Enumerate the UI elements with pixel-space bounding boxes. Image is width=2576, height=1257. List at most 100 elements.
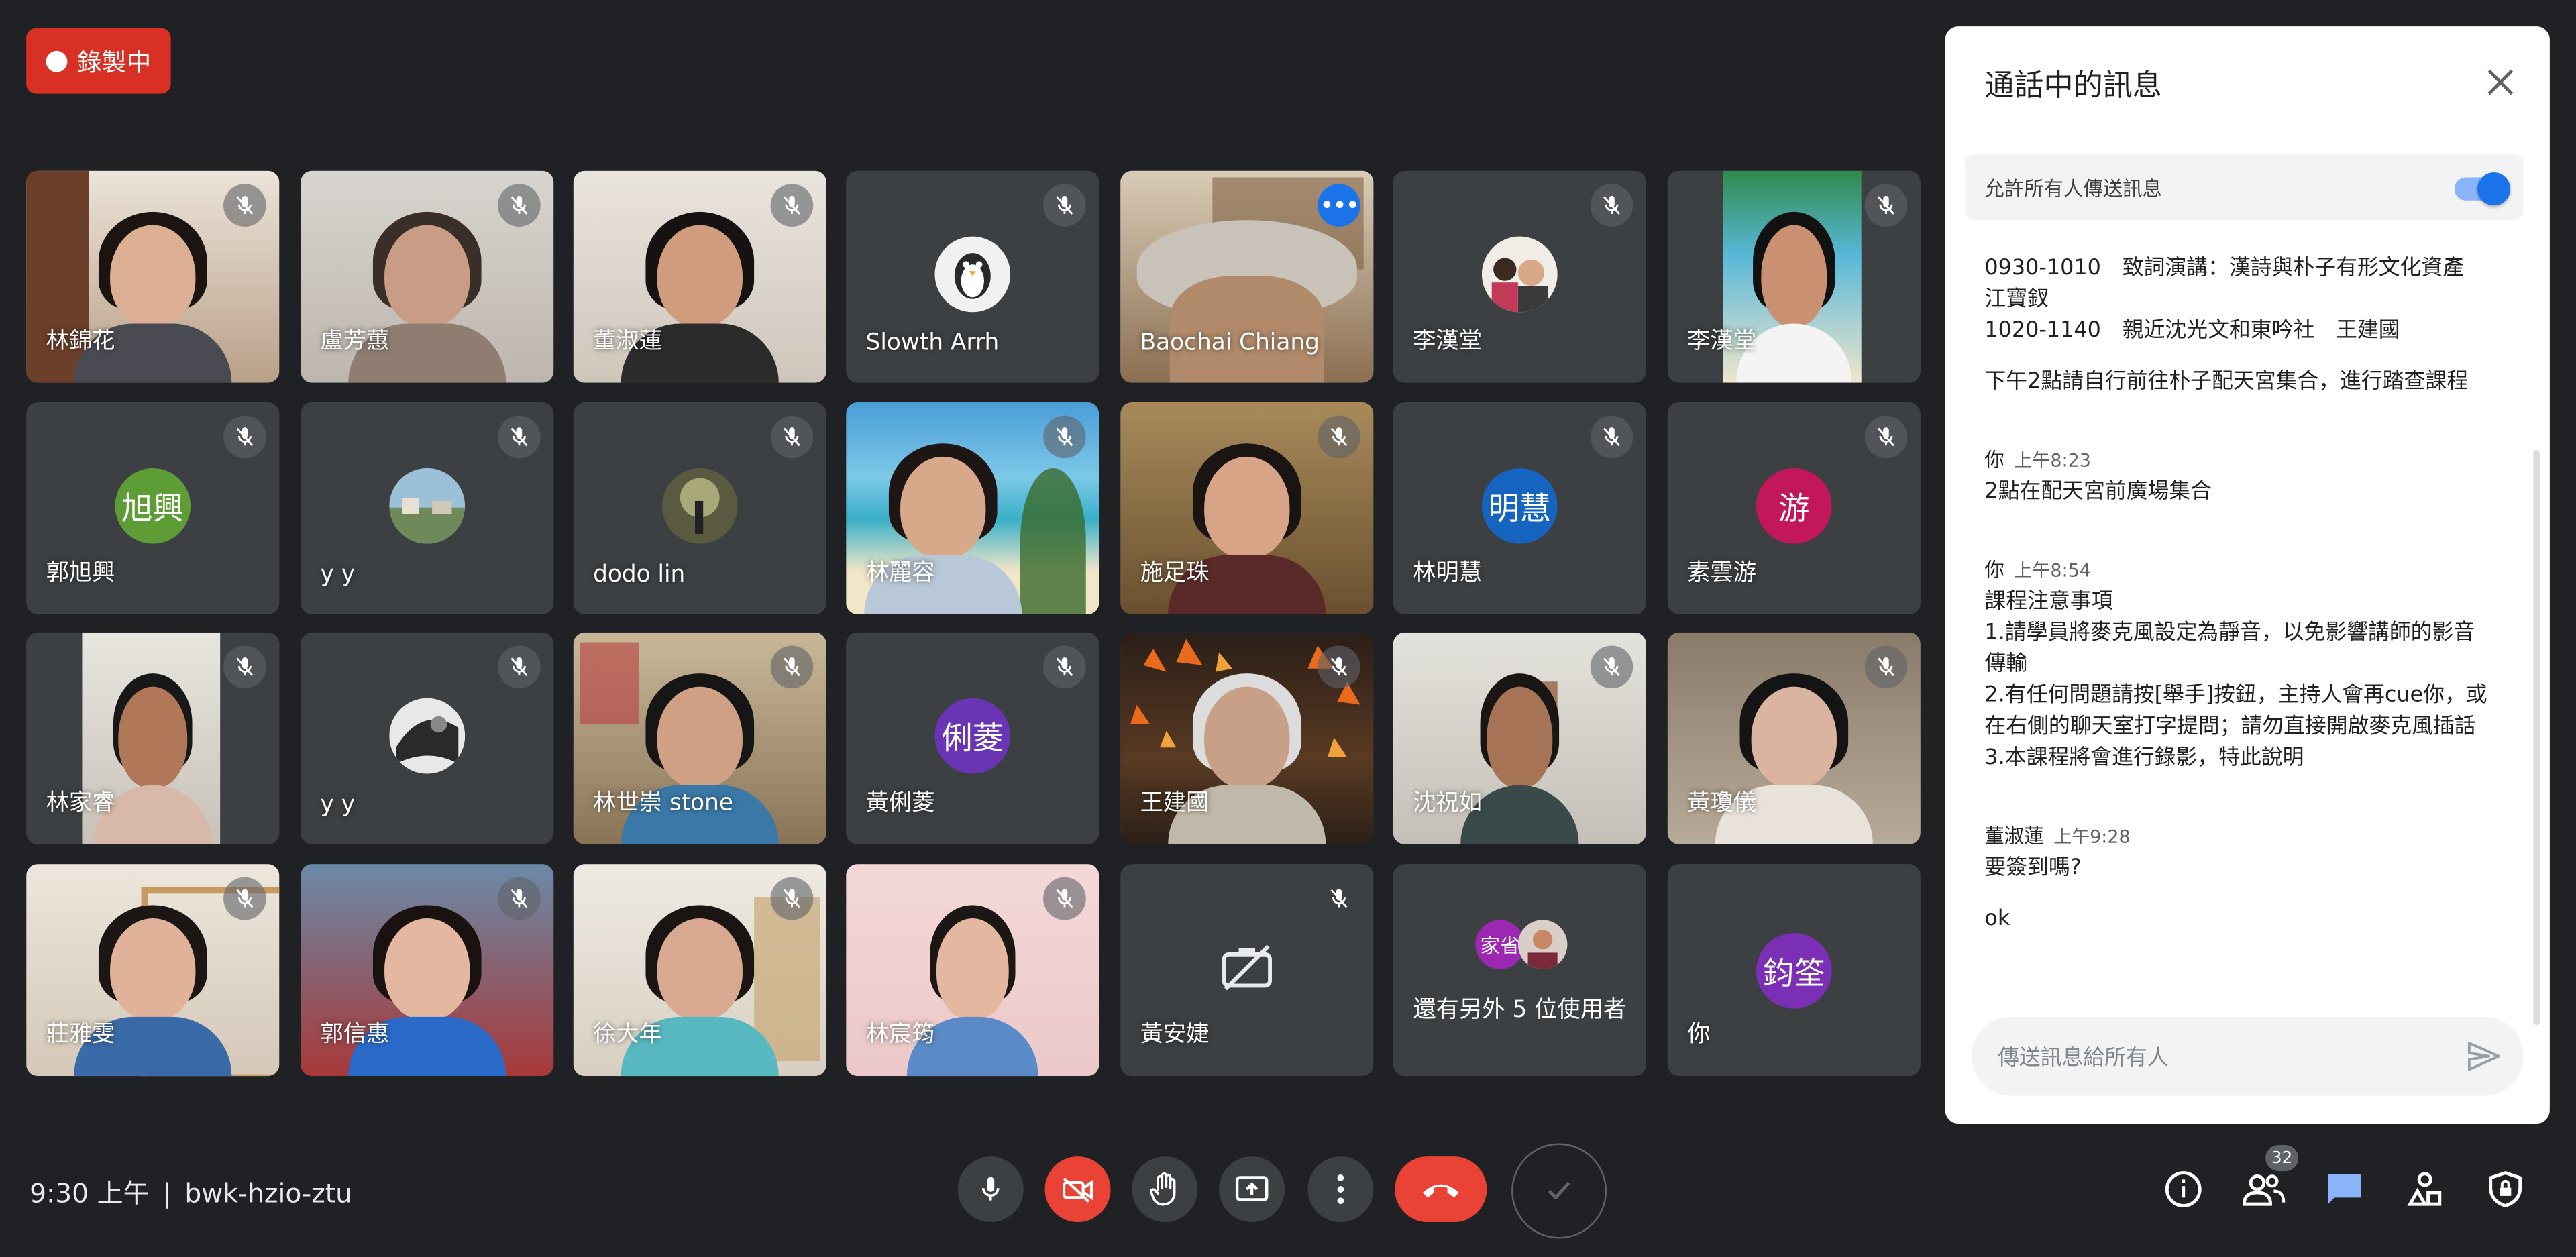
more-participants-tile[interactable]: 家省 還有另外 5 位使用者 <box>1393 864 1646 1077</box>
participant-tile[interactable]: 旭興 郭旭興 <box>26 402 280 614</box>
camera-off-icon <box>1219 943 1275 999</box>
message-header: 你上午8:23 <box>1984 445 2510 477</box>
message-header: 董淑蓮 上午9:28 <box>1984 822 2510 853</box>
allow-messages-toggle[interactable] <box>2451 172 2511 206</box>
participant-name: 李漢堂 <box>1687 328 1756 355</box>
message-text: 要簽到嗎? <box>1984 855 2082 881</box>
message-text: 3.本課程將會進行錄影，特此說明 <box>1984 745 2304 771</box>
chat-button[interactable] <box>2321 1166 2367 1213</box>
close-icon[interactable] <box>2474 56 2526 108</box>
participants-count-badge: 32 <box>2265 1144 2299 1172</box>
participant-tile[interactable]: Slowth Arrh <box>846 170 1099 383</box>
camera-button[interactable] <box>1044 1156 1111 1223</box>
message-text: 2點在配天宮前廣場集合 <box>1984 480 2212 504</box>
mic-off-icon <box>498 645 541 689</box>
participant-tile[interactable]: 莊雅雯 <box>26 864 280 1077</box>
participant-name: 林世崇 stone <box>593 789 733 817</box>
mic-off-icon <box>1043 184 1086 227</box>
meeting-details-button[interactable] <box>2160 1166 2206 1213</box>
participant-tile[interactable]: 徐大年 <box>573 864 826 1077</box>
penguin-avatar <box>934 236 1011 313</box>
chat-scrollbar[interactable] <box>2533 450 2540 1026</box>
chat-message: 你上午8:23 2點在配天宮前廣場集合 <box>1984 445 2510 508</box>
mic-off-icon <box>498 184 541 227</box>
participants-button[interactable] <box>2241 1166 2287 1213</box>
mic-off-icon <box>1590 184 1633 227</box>
participant-name: 盧芳蕙 <box>320 328 390 355</box>
current-time: 9:30 上午 <box>30 1177 150 1209</box>
participant-tile[interactable]: 李漢堂 <box>1667 170 1921 383</box>
participant-tile[interactable]: 俐菱 黃俐菱 <box>846 632 1099 844</box>
message-time: 上午9:28 <box>2053 826 2131 848</box>
participant-tile[interactable]: 李漢堂 <box>1393 170 1646 383</box>
participant-name: 郭旭興 <box>46 560 115 587</box>
initials-avatar: 家省 <box>1475 920 1525 969</box>
participant-tile[interactable]: 施足珠 <box>1120 402 1374 614</box>
participant-tile-active-speaker[interactable]: ••• Baochai Chiang <box>1120 170 1374 383</box>
recording-label: 錄製中 <box>77 46 152 76</box>
participant-tile[interactable]: 林宸筠 <box>846 864 1099 1077</box>
message-text: 1020-1140 親近沈光文和東吟社 王建國 <box>1984 319 2400 343</box>
participant-tile[interactable]: 郭信惠 <box>301 864 554 1077</box>
participant-name: Baochai Chiang <box>1140 330 1320 357</box>
participant-tile[interactable]: 董淑蓮 <box>573 170 826 383</box>
chat-input[interactable] <box>1994 1038 2445 1078</box>
more-options-icon[interactable]: ••• <box>1318 184 1360 227</box>
participant-tile[interactable]: y y <box>301 632 554 844</box>
participant-tile[interactable]: 沈祝如 <box>1393 632 1646 844</box>
participant-name: 董淑蓮 <box>593 328 662 355</box>
chat-panel: 通話中的訊息 允許所有人傳送訊息 0930-1010 致詞演講：漢詩與朴子有形文… <box>1945 26 2550 1124</box>
message-time: 上午8:54 <box>2014 560 2091 582</box>
meeting-info: 9:30 上午 | bwk-hzio-ztu <box>30 1171 352 1211</box>
mic-off-icon <box>770 877 814 920</box>
mic-off-icon <box>223 415 266 459</box>
chat-icon <box>2328 1174 2361 1205</box>
microphone-button[interactable] <box>957 1156 1024 1223</box>
participant-name: 施足珠 <box>1140 560 1210 587</box>
present-screen-button[interactable] <box>1219 1156 1285 1223</box>
participant-tile[interactable]: 黃瓊儀 <box>1667 632 1921 844</box>
message-sender: 你 <box>1984 558 2004 582</box>
participant-tile[interactable]: 林麗容 <box>846 402 1099 614</box>
allow-messages-row: 允許所有人傳送訊息 <box>1965 154 2524 221</box>
host-controls-button[interactable] <box>2482 1166 2528 1213</box>
hang-up-icon <box>1422 1184 1459 1198</box>
photo-avatar <box>661 468 738 544</box>
participant-name: 黃瓊儀 <box>1687 789 1756 817</box>
recording-badge[interactable]: 錄製中 <box>26 28 171 94</box>
message-text: 1.請學員將麥克風設定為靜音，以免影響講師的影音 <box>1984 620 2475 646</box>
extension-button[interactable] <box>1511 1143 1607 1239</box>
leave-call-button[interactable] <box>1395 1156 1487 1223</box>
message-text: 2.有任何問題請按[舉手]按鈕，主持人會再cue你，或 <box>1984 683 2487 708</box>
participant-tile[interactable]: 黃安婕 <box>1120 864 1374 1077</box>
participant-tile[interactable]: 盧芳蕙 <box>301 170 554 383</box>
mic-off-icon <box>770 645 814 689</box>
photo-avatar <box>1517 920 1568 969</box>
mic-off-icon <box>1318 877 1360 920</box>
participant-tile[interactable]: 王建國 <box>1120 632 1374 844</box>
participant-tile[interactable]: 林世崇 stone <box>573 632 826 844</box>
participant-tile[interactable]: 林家睿 <box>26 632 280 844</box>
photo-avatar <box>389 698 466 774</box>
send-icon[interactable] <box>2464 1036 2504 1076</box>
participant-name: 素雲游 <box>1687 560 1756 587</box>
participant-name: 徐大年 <box>593 1022 662 1048</box>
separator: | <box>162 1177 172 1209</box>
participant-tile[interactable]: 游 素雲游 <box>1667 402 1921 614</box>
self-tile[interactable]: 鈞筌 你 <box>1667 864 1921 1077</box>
participant-tile[interactable]: 明慧 林明慧 <box>1393 402 1646 614</box>
more-participants-label: 還有另外 5 位使用者 <box>1413 997 1627 1024</box>
participant-tile[interactable]: 林錦花 <box>26 170 280 383</box>
initials-avatar: 明慧 <box>1481 468 1558 544</box>
message-text: 課程注意事項 <box>1984 590 2113 614</box>
activities-button[interactable] <box>2402 1166 2448 1213</box>
raise-hand-icon <box>1149 1172 1176 1206</box>
record-dot-icon <box>46 50 68 72</box>
participant-tile[interactable]: y y <box>301 402 554 614</box>
more-options-button[interactable] <box>1307 1156 1374 1223</box>
mic-off-icon <box>1318 415 1360 459</box>
mic-off-icon <box>1864 645 1908 689</box>
participant-tile[interactable]: dodo lin <box>573 402 826 614</box>
raise-hand-button[interactable] <box>1132 1156 1198 1223</box>
message-text: ok <box>1984 906 2010 932</box>
